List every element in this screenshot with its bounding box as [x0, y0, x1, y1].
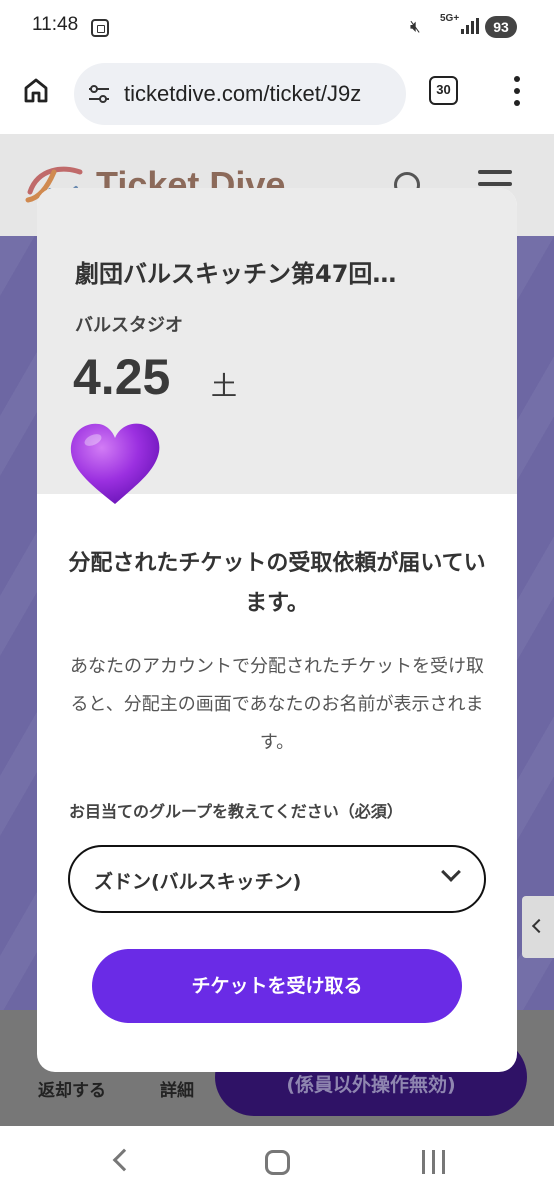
home-button-icon[interactable]	[265, 1150, 290, 1175]
status-bar: 11:48 🔇︎ 5G+ 93	[0, 0, 554, 56]
screenshot-icon	[91, 19, 109, 37]
return-link[interactable]: 返却する	[38, 1076, 106, 1101]
receive-ticket-dialog: 劇団バルスキッチン第47回… バルスタジオ 4.25 土 分配されたチケットの受…	[37, 188, 517, 1072]
home-icon[interactable]	[22, 76, 50, 104]
group-select-value: ズドン(バルスキッチン)	[94, 871, 302, 893]
url-text: ticketdive.com/ticket/J9z	[124, 81, 362, 106]
side-panel-toggle[interactable]	[522, 896, 554, 958]
receive-ticket-button[interactable]: チケットを受け取る	[92, 949, 462, 1023]
system-nav-bar	[0, 1126, 554, 1200]
address-bar[interactable]: ticketdive.com/ticket/J9z	[74, 63, 406, 125]
back-icon[interactable]	[112, 1148, 136, 1172]
group-field-label: お目当てのグループを教えてください（必須）	[69, 802, 403, 821]
signal-icon	[461, 18, 479, 34]
more-menu-icon[interactable]	[507, 76, 527, 106]
mute-icon: 🔇︎	[410, 17, 421, 37]
chevron-down-icon	[441, 862, 461, 882]
event-title: 劇団バルスキッチン第47回…	[75, 260, 397, 288]
purple-heart-icon	[70, 423, 160, 504]
status-time: 11:48	[32, 14, 79, 35]
recents-icon[interactable]	[422, 1150, 446, 1174]
event-day: 土	[211, 372, 238, 402]
detail-link[interactable]: 詳細	[160, 1076, 194, 1101]
ticket-summary: 劇団バルスキッチン第47回… バルスタジオ 4.25 土	[37, 188, 517, 504]
network-label: 5G+	[440, 13, 460, 24]
notice-heading: 分配されたチケットの受取依頼が届いています。	[68, 551, 486, 616]
battery-badge: 93	[485, 16, 517, 38]
tab-switcher-button[interactable]: 30	[429, 76, 458, 105]
browser-toolbar: ticketdive.com/ticket/J9z 30	[0, 56, 554, 134]
event-date: 4.25	[73, 349, 171, 405]
site-settings-icon[interactable]	[87, 85, 111, 103]
notice-body: あなたのアカウントで分配されたチケットを受け取ると、分配主の画面であなたのお名前…	[70, 656, 484, 753]
group-select[interactable]: ズドン(バルスキッチン)	[68, 845, 486, 913]
venue-name: バルスタジオ	[75, 315, 183, 336]
